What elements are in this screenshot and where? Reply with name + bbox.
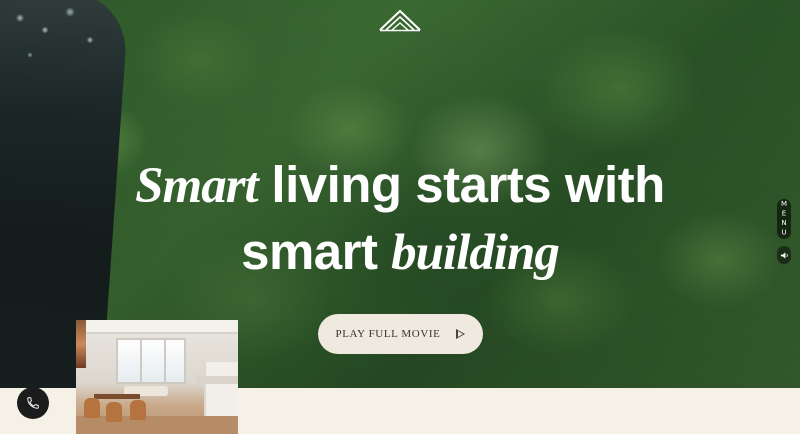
sound-toggle-button[interactable]: [777, 246, 791, 264]
thumb-chair: [106, 402, 122, 422]
call-button[interactable]: [17, 387, 49, 419]
thumb-dining-table: [94, 394, 140, 399]
menu-button[interactable]: MENU: [777, 199, 791, 239]
headline-serif-word-2: building: [391, 225, 560, 281]
room-preview-thumbnail[interactable]: [76, 320, 238, 434]
pyramid-logo-icon[interactable]: [378, 8, 422, 32]
thumb-counter: [196, 376, 238, 384]
thumb-window: [116, 338, 186, 384]
thumb-chair: [130, 400, 146, 420]
thumb-wall-art: [76, 320, 86, 368]
headline-text-2: smart: [241, 223, 392, 280]
thumb-chair: [84, 398, 100, 418]
hero-headline: Smart living starts with smart building: [0, 152, 800, 286]
thumb-floor: [76, 416, 238, 434]
play-icon: [456, 329, 466, 339]
phone-icon: [27, 397, 39, 409]
headline-text-1: living starts with: [257, 156, 665, 213]
play-full-movie-button[interactable]: PLAY FULL MOVIE: [318, 314, 483, 354]
thumb-ceiling: [76, 320, 238, 334]
play-button-label: PLAY FULL MOVIE: [335, 328, 441, 340]
speaker-icon: [780, 251, 788, 259]
headline-serif-word-1: Smart: [135, 158, 259, 214]
